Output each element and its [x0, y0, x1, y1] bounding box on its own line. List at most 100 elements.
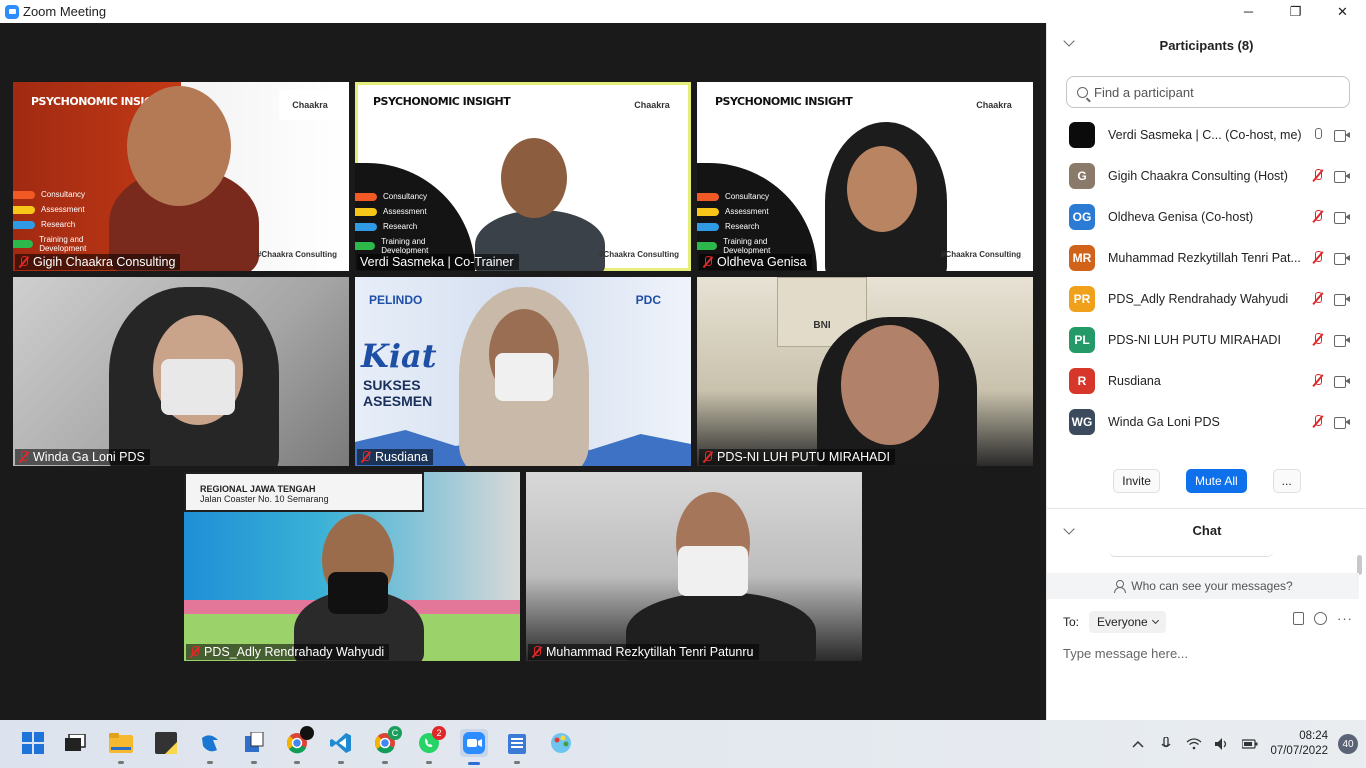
chat-tools: ···: [1293, 611, 1353, 626]
video-gallery: PSYCHONOMIC INSIGHT Chaakra Consultancy …: [0, 23, 1046, 720]
vscode-icon[interactable]: [328, 730, 354, 764]
participant-row[interactable]: PL PDS-NI LUH PUTU MIRAHADI: [1047, 319, 1366, 360]
chevron-down-icon: [1151, 616, 1159, 625]
minimize-button[interactable]: ─: [1225, 0, 1272, 23]
windows-start-icon[interactable]: [20, 730, 46, 756]
video-tile-oldheva[interactable]: PSYCHONOMIC INSIGHT Chaakra Consultancy …: [697, 82, 1033, 271]
video-tile-muhammad[interactable]: Muhammad Rezkytillah Tenri Patunru: [526, 472, 862, 661]
active-indicator: [468, 762, 480, 765]
mic-muted-icon[interactable]: [1312, 292, 1324, 305]
recipient-dropdown[interactable]: Everyone: [1089, 611, 1166, 633]
video-camera-icon[interactable]: [1334, 417, 1350, 429]
system-clock[interactable]: 08:24 07/07/2022: [1270, 729, 1328, 759]
snipping-tool-icon[interactable]: [241, 730, 267, 764]
task-view-icon[interactable]: [63, 730, 89, 756]
running-indicator: [251, 761, 257, 764]
person-head: [847, 146, 917, 232]
chat-scrollbar[interactable]: [1357, 555, 1362, 575]
slide-menu-item: Consultancy: [13, 190, 125, 199]
participant-row[interactable]: PR PDS_Adly Rendrahady Wahyudi: [1047, 278, 1366, 319]
participant-row[interactable]: Verdi Sasmeka | C... (Co-host, me): [1047, 114, 1366, 155]
video-tile-gigih[interactable]: PSYCHONOMIC INSIGHT Chaakra Consultancy …: [13, 82, 349, 271]
name-tag: Gigih Chaakra Consulting: [15, 254, 181, 270]
wifi-icon[interactable]: [1186, 736, 1202, 752]
slide-subheading: SUKSES ASESMEN: [363, 377, 433, 409]
notification-badge[interactable]: 40: [1338, 734, 1358, 754]
chrome-profile-icon[interactable]: C: [372, 726, 402, 764]
whatsapp-icon[interactable]: 2: [416, 726, 446, 764]
participant-list: Verdi Sasmeka | C... (Co-host, me) G Gig…: [1047, 114, 1366, 442]
file-explorer-icon[interactable]: [108, 730, 134, 764]
mic-muted-icon[interactable]: [1312, 415, 1324, 428]
paint-icon[interactable]: [548, 730, 574, 756]
video-tile-adly[interactable]: REGIONAL JAWA TENGAH Jalan Coaster No. 1…: [184, 472, 520, 661]
more-icon[interactable]: ···: [1337, 611, 1353, 626]
mute-all-button[interactable]: Mute All: [1185, 469, 1247, 493]
slide-menu-item: Assessment: [355, 207, 467, 216]
face-mask: [161, 359, 235, 415]
slide-hashtag: #Chaakra Consulting: [256, 250, 337, 259]
video-tile-ni-luh[interactable]: BNI PDS-NI LUH PUTU MIRAHADI: [697, 277, 1033, 466]
mic-muted-icon[interactable]: [1312, 169, 1324, 182]
chat-recipient-row: To: Everyone ···: [1063, 611, 1353, 633]
chevron-down-icon[interactable]: [1063, 35, 1075, 47]
more-options-button[interactable]: ...: [1272, 469, 1301, 493]
chat-message-input[interactable]: [1063, 641, 1353, 665]
slide-menu-item: Training and Development: [697, 237, 809, 255]
participant-name: PDS-NI LUH PUTU MIRAHADI: [1108, 332, 1281, 347]
invite-button[interactable]: Invite: [1113, 469, 1160, 493]
video-camera-icon[interactable]: [1334, 335, 1350, 347]
mic-muted-icon[interactable]: [1312, 210, 1324, 223]
participant-search-input[interactable]: [1094, 84, 1334, 100]
restore-button[interactable]: ❐: [1272, 0, 1319, 23]
participant-row[interactable]: G Gigih Chaakra Consulting (Host): [1047, 155, 1366, 196]
video-tile-rusdiana[interactable]: PELINDO PDC Kiat SUKSES ASESMEN Rusdiana: [355, 277, 691, 466]
participant-name: Winda Ga Loni PDS: [1108, 414, 1220, 429]
battery-icon[interactable]: [1242, 736, 1258, 752]
close-button[interactable]: ✕: [1319, 0, 1366, 23]
participant-name: Verdi Sasmeka | C... (Co-host, me): [1108, 127, 1302, 142]
microphone-icon[interactable]: [1158, 736, 1174, 752]
chrome-icon[interactable]: [284, 726, 314, 764]
name-tag: Oldheva Genisa: [699, 254, 812, 270]
participant-name: Rusdiana: [1108, 373, 1161, 388]
video-camera-icon[interactable]: [1334, 294, 1350, 306]
slide-menu-item: Assessment: [697, 207, 809, 216]
video-camera-icon[interactable]: [1334, 130, 1350, 142]
chevron-down-icon[interactable]: [1063, 523, 1075, 535]
participant-row[interactable]: WG Winda Ga Loni PDS: [1047, 401, 1366, 442]
mic-muted-icon[interactable]: [1312, 333, 1324, 346]
mic-icon[interactable]: [1312, 128, 1324, 141]
name-tag: PDS_Adly Rendrahady Wahyudi: [186, 644, 390, 660]
emoji-icon[interactable]: [1314, 612, 1327, 625]
who-can-see-link[interactable]: Who can see your messages?: [1047, 573, 1359, 599]
video-camera-icon[interactable]: [1334, 171, 1350, 183]
participant-search[interactable]: [1066, 76, 1350, 108]
video-camera-icon[interactable]: [1334, 253, 1350, 265]
file-icon[interactable]: [1293, 612, 1304, 625]
zoom-app-icon: [5, 4, 19, 19]
sticky-notes-icon[interactable]: [153, 730, 179, 756]
title-bar: Zoom Meeting ─ ❐ ✕: [0, 0, 1366, 23]
mic-muted-icon[interactable]: [1312, 251, 1324, 264]
speaker-icon[interactable]: [1214, 736, 1230, 752]
participant-name: Muhammad Rezkytillah Tenri Pat...: [1108, 250, 1301, 265]
video-camera-icon[interactable]: [1334, 212, 1350, 224]
chevron-up-icon[interactable]: [1130, 736, 1146, 752]
video-camera-icon[interactable]: [1334, 376, 1350, 388]
mic-muted-icon: [18, 451, 29, 463]
running-indicator: [426, 761, 432, 764]
participant-name: Gigih Chaakra Consulting (Host): [1108, 168, 1288, 183]
participant-row[interactable]: R Rusdiana: [1047, 360, 1366, 401]
outlook-app-icon[interactable]: [197, 730, 223, 764]
notepad-icon[interactable]: [504, 730, 530, 764]
pdc-logo: PDC: [635, 293, 661, 307]
video-tile-winda[interactable]: Winda Ga Loni PDS: [13, 277, 349, 466]
participant-row[interactable]: OG Oldheva Genisa (Co-host): [1047, 196, 1366, 237]
mic-muted-icon[interactable]: [1312, 374, 1324, 387]
participant-row[interactable]: MR Muhammad Rezkytillah Tenri Pat...: [1047, 237, 1366, 278]
slide-menu-item: Research: [355, 222, 467, 231]
zoom-taskbar-icon[interactable]: [460, 729, 488, 765]
video-tile-verdi[interactable]: PSYCHONOMIC INSIGHT Chaakra Consultancy …: [355, 82, 691, 271]
participants-title: Participants (8): [1159, 37, 1254, 53]
